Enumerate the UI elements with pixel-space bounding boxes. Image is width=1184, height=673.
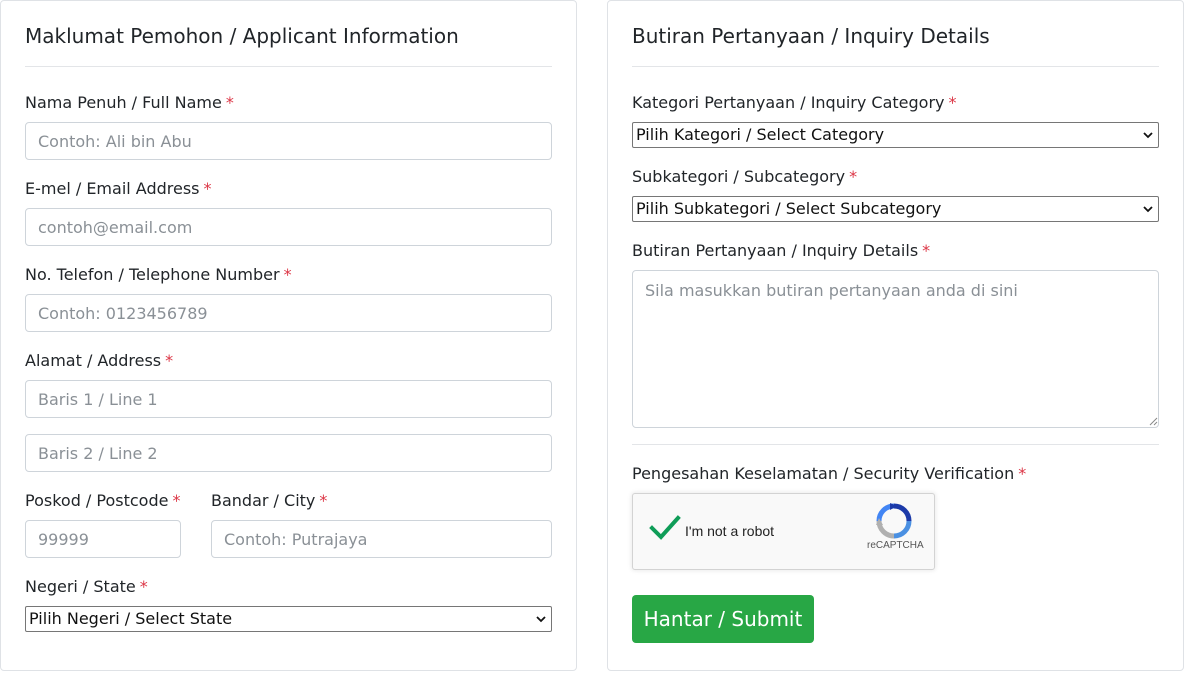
section-divider [632,444,1159,445]
category-label: Kategori Pertanyaan / Inquiry Category * [632,93,957,112]
recaptcha-label: I'm not a robot [685,523,775,539]
address-label: Alamat / Address * [25,351,174,370]
fullname-input[interactable] [25,122,552,160]
required-marker: * [948,93,957,112]
city-input[interactable] [211,520,552,558]
checkmark-icon[interactable] [649,514,681,542]
applicant-info-title: Maklumat Pemohon / Applicant Information [25,24,459,48]
subcategory-label: Subkategori / Subcategory * [632,167,858,186]
details-label: Butiran Pertanyaan / Inquiry Details * [632,241,931,260]
details-textarea[interactable] [632,270,1159,428]
resize-grip-icon[interactable] [1149,417,1158,426]
applicant-info-card: Maklumat Pemohon / Applicant Information… [0,0,577,671]
required-marker: * [922,241,931,260]
subcategory-select[interactable]: Pilih Subkategori / Select Subcategory [632,196,1159,222]
address-line2-input[interactable] [25,434,552,472]
email-label: E-mel / Email Address * [25,179,212,198]
postcode-input[interactable] [25,520,181,558]
inquiry-details-title: Butiran Pertanyaan / Inquiry Details [632,24,990,48]
required-marker: * [172,491,181,510]
submit-button[interactable]: Hantar / Submit [632,595,814,643]
state-select[interactable]: Pilih Negeri / Select State [25,606,552,632]
inquiry-details-card: Butiran Pertanyaan / Inquiry Details Kat… [607,0,1184,671]
chevron-down-icon [1142,197,1154,221]
category-select-value: Pilih Kategori / Select Category [636,125,885,144]
phone-label: No. Telefon / Telephone Number * [25,265,292,284]
subcategory-select-value: Pilih Subkategori / Select Subcategory [636,199,942,218]
required-marker: * [165,351,174,370]
email-input[interactable] [25,208,552,246]
required-marker: * [203,179,212,198]
chevron-down-icon [535,607,547,631]
category-select[interactable]: Pilih Kategori / Select Category [632,122,1159,148]
city-label: Bandar / City * [211,491,328,510]
recaptcha-logo-icon [876,503,912,539]
required-marker: * [139,577,148,596]
required-marker: * [1018,464,1027,483]
postcode-label: Poskod / Postcode * [25,491,181,510]
title-divider [25,66,552,67]
phone-input[interactable] [25,294,552,332]
title-divider [632,66,1159,67]
address-line1-input[interactable] [25,380,552,418]
required-marker: * [849,167,858,186]
fullname-label: Nama Penuh / Full Name * [25,93,234,112]
recaptcha-widget: I'm not a robot reCAPTCHA [632,493,935,570]
state-label: Negeri / State * [25,577,148,596]
verification-label: Pengesahan Keselamatan / Security Verifi… [632,464,1027,483]
state-select-value: Pilih Negeri / Select State [29,609,233,628]
required-marker: * [283,265,292,284]
chevron-down-icon [1142,123,1154,147]
required-marker: * [319,491,328,510]
recaptcha-brand: reCAPTCHA [867,540,924,551]
required-marker: * [225,93,234,112]
